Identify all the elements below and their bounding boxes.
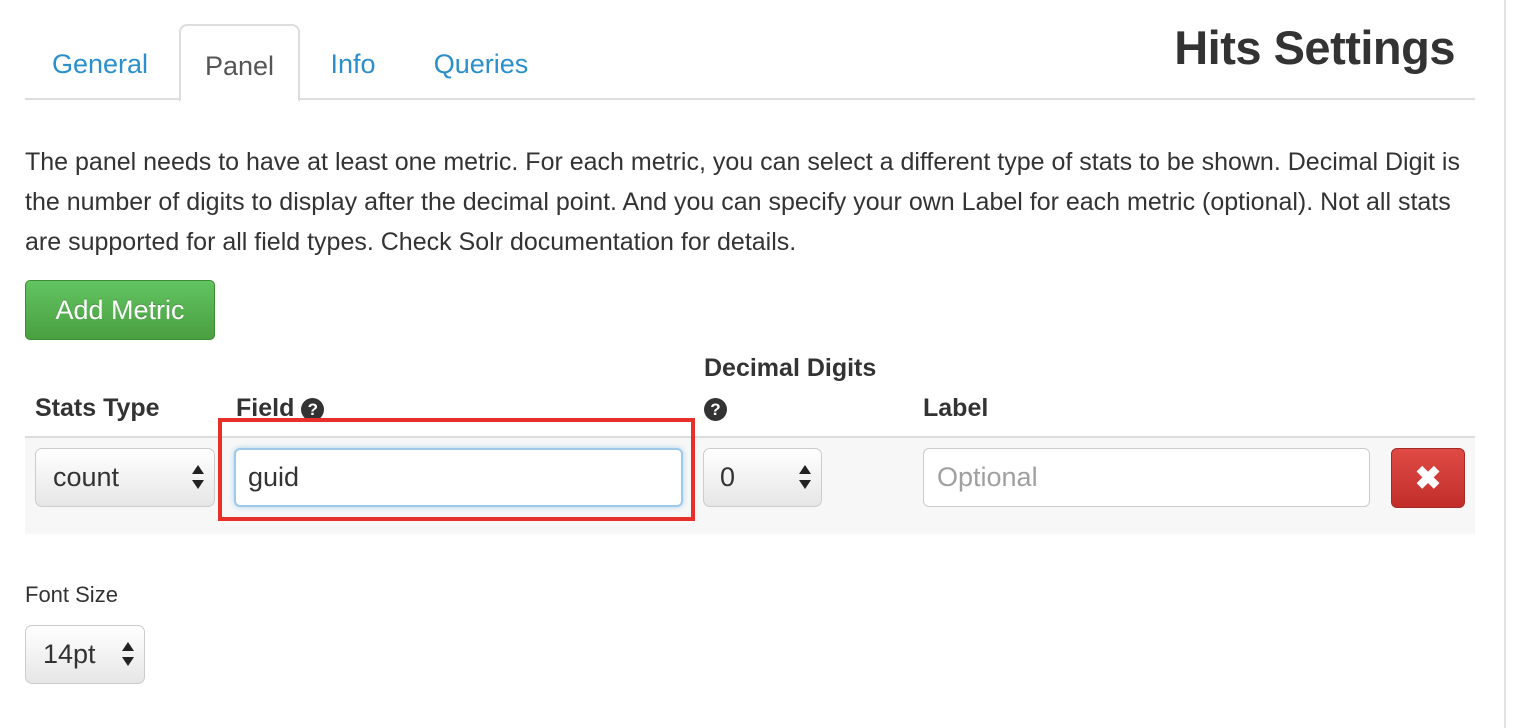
- header-field-label: Field: [236, 394, 295, 422]
- header-field: Field ?: [236, 394, 325, 423]
- header-label: Label: [923, 394, 989, 422]
- question-circle-icon[interactable]: ?: [704, 398, 727, 421]
- header-decimal-digits: Decimal Digits: [704, 354, 877, 382]
- tab-bar: General Panel Info Queries: [25, 24, 1475, 102]
- question-circle-icon[interactable]: ?: [301, 398, 325, 421]
- decimal-digits-select[interactable]: 0: [703, 448, 822, 507]
- select-arrows-icon: [192, 463, 204, 493]
- stats-type-value: count: [53, 462, 120, 492]
- header-stats-type: Stats Type: [35, 394, 160, 422]
- tab-general[interactable]: General: [25, 24, 175, 100]
- stats-type-select[interactable]: count: [35, 448, 215, 507]
- tab-queries[interactable]: Queries: [411, 24, 551, 100]
- font-size-select[interactable]: 14pt: [25, 625, 145, 684]
- font-size-label: Font Size: [25, 582, 118, 607]
- close-icon: ✖: [1414, 460, 1442, 496]
- select-arrows-icon: [799, 463, 811, 493]
- add-metric-button[interactable]: Add Metric: [25, 280, 215, 340]
- decimal-digits-value: 0: [720, 462, 736, 492]
- delete-metric-button[interactable]: ✖: [1391, 448, 1465, 508]
- metric-row: count 0 ✖: [25, 436, 1475, 534]
- panel-description: The panel needs to have at least one met…: [25, 148, 1460, 256]
- field-input[interactable]: [234, 448, 683, 507]
- select-arrows-icon: [122, 640, 134, 670]
- header-decimal-digits-help: ?: [704, 394, 727, 423]
- font-size-value: 14pt: [43, 639, 96, 669]
- scrollbar-track: [1504, 0, 1514, 728]
- tab-info[interactable]: Info: [305, 24, 401, 100]
- tab-panel[interactable]: Panel: [179, 24, 300, 102]
- label-input[interactable]: [923, 448, 1370, 507]
